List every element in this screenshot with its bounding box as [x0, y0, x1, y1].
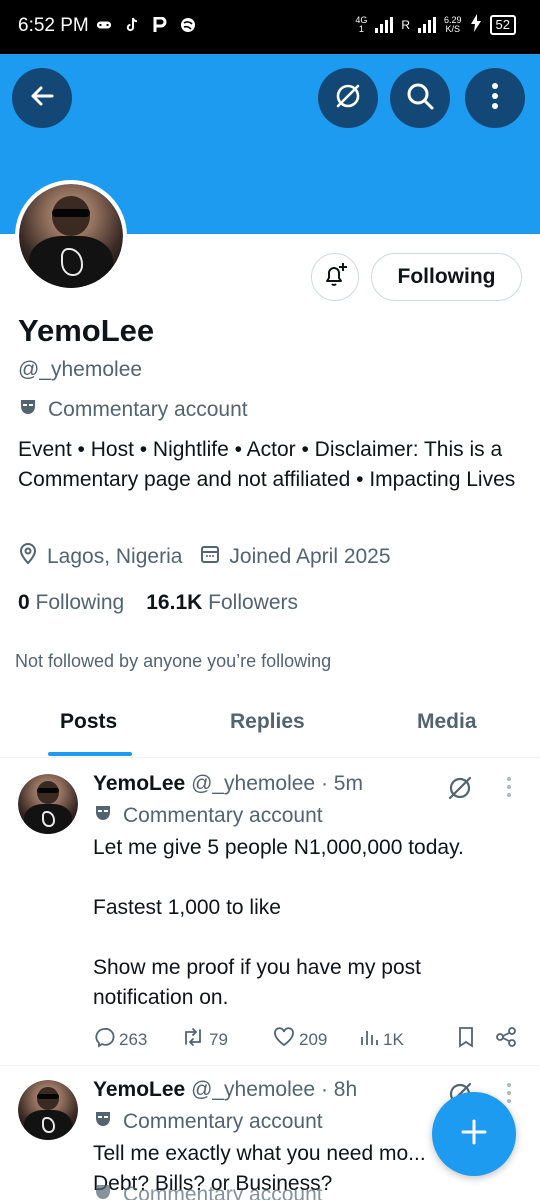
- post-header: YemoLee @_yhemolee · 5m: [93, 772, 363, 796]
- joined-date: Joined April 2025: [200, 544, 391, 570]
- post-actions: 263 79 209 1K: [93, 1026, 523, 1053]
- following-count-link[interactable]: 0 Following: [18, 591, 124, 615]
- reply-count: 263: [119, 1029, 148, 1049]
- post-item[interactable]: YemoLee @_yhemolee · 5m Commentary accou…: [0, 760, 540, 1065]
- repost-count: 79: [209, 1029, 228, 1049]
- location-pin-icon: [18, 543, 38, 571]
- repost-icon: [181, 1026, 205, 1053]
- post-author-name: YemoLee: [93, 772, 186, 795]
- commentary-label[interactable]: Commentary account: [18, 397, 248, 423]
- grok-icon[interactable]: [447, 775, 473, 806]
- charging-icon: [470, 14, 482, 35]
- mask-icon: [93, 1109, 113, 1135]
- status-time: 6:52 PM: [18, 15, 89, 36]
- mask-icon: [93, 1182, 113, 1200]
- signal-bars-2-icon: [418, 16, 436, 33]
- signal-bars-icon: [375, 16, 394, 33]
- back-button[interactable]: [12, 68, 72, 128]
- mask-icon: [18, 397, 38, 423]
- like-count: 209: [299, 1029, 328, 1049]
- active-tab-indicator: [48, 752, 132, 756]
- post-avatar[interactable]: [18, 774, 78, 834]
- post-commentary-label: Commentary account: [93, 803, 323, 829]
- post-handle-time: @_yhemolee · 8h: [191, 1078, 358, 1101]
- post-header: YemoLee @_yhemolee · 8h: [93, 1078, 357, 1102]
- location: Lagos, Nigeria: [18, 543, 182, 571]
- like-button[interactable]: 209: [273, 1027, 359, 1052]
- compose-post-button[interactable]: [432, 1092, 516, 1176]
- network-type: 4G 1: [355, 14, 368, 34]
- location-text: Lagos, Nigeria: [47, 545, 183, 568]
- followers-count: 16.1K: [146, 591, 203, 614]
- more-vertical-icon: [491, 82, 499, 115]
- notification-bell-button[interactable]: [311, 253, 359, 301]
- followers-label: Followers: [208, 591, 298, 614]
- share-icon[interactable]: [495, 1026, 517, 1053]
- repost-button[interactable]: 79: [181, 1026, 273, 1053]
- battery-indicator: 52: [489, 14, 516, 35]
- post-author-name: YemoLee: [93, 1078, 186, 1101]
- following-label: Following: [35, 591, 125, 614]
- search-icon: [405, 81, 435, 116]
- followers-count-link[interactable]: 16.1K Followers: [146, 591, 298, 615]
- profile-bio: Event • Host • Nightlife • Actor • Discl…: [18, 438, 516, 491]
- back-arrow-icon: [28, 82, 56, 115]
- profile-avatar[interactable]: [15, 180, 127, 292]
- post-text: Let me give 5 people N1,000,000 today. F…: [93, 836, 464, 1009]
- reply-icon: [93, 1026, 115, 1053]
- tab-posts[interactable]: Posts: [60, 710, 117, 734]
- following-count: 0: [18, 591, 30, 614]
- more-vertical-icon[interactable]: [506, 776, 512, 803]
- tab-replies[interactable]: Replies: [230, 710, 305, 734]
- swirl-app-icon: [180, 16, 196, 34]
- status-bar: 6:52 PM 4G 1 R 6.29 K/S 52: [0, 0, 540, 54]
- bell-plus-icon: [321, 261, 349, 294]
- joined-text: Joined April 2025: [229, 545, 391, 568]
- not-followed-note: Not followed by anyone you’re following: [15, 651, 332, 671]
- grok-button[interactable]: [318, 68, 378, 128]
- gamepad-icon: [96, 16, 112, 34]
- views-count: 1K: [383, 1029, 404, 1049]
- profile-meta: Lagos, Nigeria Joined April 2025: [18, 543, 409, 571]
- mask-icon: [93, 803, 113, 829]
- avatar-photo: [19, 184, 123, 288]
- status-app-icons: [96, 16, 196, 34]
- commentary-text: Commentary account: [48, 398, 248, 421]
- profile-name: YemoLee: [18, 313, 155, 348]
- views-bar-icon: [359, 1027, 379, 1052]
- more-vertical-icon[interactable]: [506, 1082, 512, 1109]
- search-button[interactable]: [390, 68, 450, 128]
- bookmark-icon[interactable]: [457, 1026, 475, 1053]
- follow-counts: 0 Following 16.1K Followers: [18, 591, 298, 615]
- roaming-label: R: [401, 17, 410, 32]
- post-commentary-label: Commentary account: [93, 1109, 323, 1135]
- following-button[interactable]: Following: [371, 253, 522, 301]
- profile-handle: @_yhemolee: [18, 358, 143, 381]
- status-right: 4G 1 R 6.29 K/S 52: [355, 14, 516, 35]
- calendar-icon: [200, 544, 220, 570]
- third-post-commentary-peek: Commentary account: [93, 1182, 323, 1200]
- more-button[interactable]: [465, 68, 525, 128]
- grok-icon: [333, 81, 363, 116]
- tiktok-icon: [124, 16, 140, 34]
- views-button[interactable]: 1K: [359, 1027, 457, 1052]
- net-speed: 6.29 K/S: [444, 14, 462, 34]
- profile-tabs: Posts Replies Media: [0, 696, 540, 758]
- reply-button[interactable]: 263: [93, 1026, 181, 1053]
- post-avatar[interactable]: [18, 1080, 78, 1140]
- p-app-icon: [152, 16, 168, 34]
- tab-media[interactable]: Media: [417, 710, 477, 734]
- plus-icon: [459, 1117, 489, 1152]
- heart-icon: [273, 1027, 295, 1052]
- post-handle-time: @_yhemolee · 5m: [191, 772, 363, 795]
